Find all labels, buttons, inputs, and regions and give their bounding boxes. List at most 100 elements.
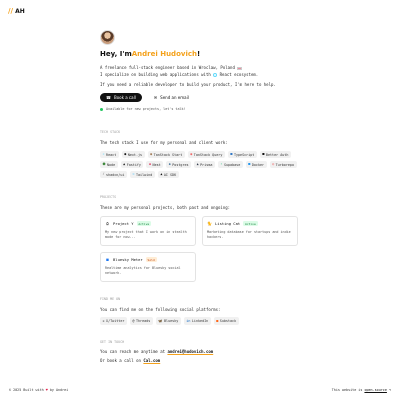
tech-tag-label: shadcn/ui xyxy=(106,172,125,177)
projects-section: PROJECTS These are my personal projects,… xyxy=(100,195,300,283)
availability-text: Available for new projects, let's talk! xyxy=(106,107,186,112)
tech-stack-text: The tech stack I use for my personal and… xyxy=(100,140,228,146)
email-link[interactable]: andrei@hudovich.com xyxy=(167,349,213,354)
logo-text: AH xyxy=(15,7,25,15)
tech-tag[interactable]: ◉ TanStack Start xyxy=(147,151,185,159)
linkedin-icon: in xyxy=(186,319,191,324)
status-badge: Active xyxy=(136,221,152,227)
tech-tag[interactable]: ▲ AI SDK xyxy=(157,171,179,179)
tech-tag-label: Node xyxy=(106,162,116,167)
contact-line-1-prefix: You can reach me anytime at xyxy=(100,349,168,355)
footer-left-prefix: © 2025 Built with xyxy=(9,388,44,392)
find-me-label: FIND ME ON xyxy=(100,297,121,302)
find-me-section: FIND ME ON You can find me on the follow… xyxy=(100,297,300,326)
intro: A freelance full-stack engineer based in… xyxy=(100,64,300,88)
tech-tag-label: TanStack Start xyxy=(153,152,183,157)
book-call-label: Book a call xyxy=(113,95,136,101)
react-icon: ⚛ xyxy=(102,152,105,157)
cal-link[interactable]: Cal.com xyxy=(143,358,160,363)
tech-tag[interactable]: ⁄ shadcn/ui xyxy=(100,171,127,179)
docker-icon: ■ xyxy=(248,162,251,167)
typescript-icon: ■ xyxy=(230,152,233,157)
tech-tag[interactable]: ● Next.js xyxy=(121,151,145,159)
book-call-button[interactable]: ☎ Book a call xyxy=(100,93,142,103)
availability-status: Available for new projects, let's talk! xyxy=(100,107,300,111)
tech-tag[interactable]: ≈ Tailwind xyxy=(129,171,155,179)
tech-tag[interactable]: ■ Better Auth xyxy=(259,151,291,159)
intro-line-2c: ecosystem. xyxy=(234,72,259,78)
tanstack-query-icon: ◉ xyxy=(190,152,193,157)
social-link-label: LinkedIn xyxy=(191,319,209,324)
tech-tag-label: Prisma xyxy=(200,162,213,167)
main-content: Hey, I'm Andrei Hudovich ! A freelance f… xyxy=(100,30,300,365)
tech-tag-label: TanStack Query xyxy=(193,152,223,157)
tailwind-icon: ≈ xyxy=(132,172,135,177)
project-card[interactable]: 🐈 Listing Cat Active Marketing database for… xyxy=(202,216,298,247)
footer-left-suffix: by Andrei xyxy=(49,388,69,392)
project-y-icon: ⛭ xyxy=(105,221,110,227)
footer-right-prefix: This website is xyxy=(331,388,363,392)
better-auth-icon: ■ xyxy=(262,152,265,157)
bluesky-icon: 🦋 xyxy=(158,319,163,324)
project-description: Marketing database for startups and indi… xyxy=(207,230,291,240)
intro-line-3: If you need a reliable developer to buil… xyxy=(100,81,276,87)
project-title: Project Y xyxy=(113,221,134,227)
open-source-link[interactable]: open-source xyxy=(364,388,386,392)
project-card[interactable]: ⛭ Project Y Active My new project that I wo… xyxy=(100,216,196,247)
tech-tag[interactable]: ▲ Fastify xyxy=(120,161,144,169)
tech-tag-label: AI SDK xyxy=(163,172,177,177)
tech-tag[interactable]: ■ TypeScript xyxy=(227,151,257,159)
tech-tag[interactable]: ◎ Turborepo xyxy=(269,161,297,169)
social-link[interactable]: ■ Substack xyxy=(213,317,239,326)
tech-tag[interactable]: ▲ Prisma xyxy=(194,161,215,169)
fastify-icon: ▲ xyxy=(123,162,126,167)
tech-tag[interactable]: ◉ TanStack Query xyxy=(187,151,225,159)
logo[interactable]: // AH xyxy=(8,6,25,16)
greeting-suffix: ! xyxy=(196,50,201,58)
tech-tag[interactable]: ⬢ Node xyxy=(100,161,118,169)
project-card[interactable]: ■ Bluesky Meter Sold Realtime analytics for… xyxy=(100,252,196,283)
project-cards: ⛭ Project Y Active My new project that I wo… xyxy=(100,216,300,283)
tech-tag[interactable]: ◆ Postgres xyxy=(166,161,192,169)
intro-line-2a: I specialize on building web application… xyxy=(100,72,211,78)
project-description: Realtime analytics for Bluesky social ne… xyxy=(105,266,181,276)
status-badge: Active xyxy=(243,221,258,227)
tech-tag-label: Next.js xyxy=(127,152,143,157)
avatar xyxy=(100,30,115,45)
tech-tag[interactable]: ⚛ React xyxy=(100,151,119,159)
tech-tag-label: Supabase xyxy=(223,162,241,167)
listing-cat-icon: 🐈 xyxy=(207,221,212,227)
project-title: Bluesky Meter xyxy=(113,257,143,263)
threads-icon: @ xyxy=(132,319,135,324)
tech-tag-label: Postgres xyxy=(172,162,189,167)
tech-stack-label: TECH STACK xyxy=(100,130,121,135)
tech-tag[interactable]: ⚡ Supabase xyxy=(217,161,243,169)
heart-icon: ♥ xyxy=(45,388,48,392)
substack-icon: ■ xyxy=(216,319,219,324)
turborepo-icon: ◎ xyxy=(272,162,275,167)
social-link[interactable]: 🦋 Bluesky xyxy=(155,317,181,326)
contact-label: GET IN TOUCH xyxy=(100,340,125,345)
react-icon xyxy=(213,73,218,78)
status-badge: Sold xyxy=(145,257,157,263)
project-title: Listing Cat xyxy=(215,221,241,227)
tech-tag[interactable]: ◆ Nest xyxy=(146,161,164,169)
project-card-head: ⛭ Project Y Active xyxy=(105,221,191,227)
social-link[interactable]: ✕ X/Twitter xyxy=(100,317,127,326)
social-link[interactable]: in LinkedIn xyxy=(183,317,211,326)
send-email-button[interactable]: ✉ Send an email xyxy=(147,93,195,103)
ai-sdk-icon: ▲ xyxy=(160,172,163,177)
greeting-name: Andrei Hudovich xyxy=(131,50,197,58)
social-link[interactable]: @ Threads xyxy=(129,317,153,326)
github-icon: ⌥ xyxy=(388,388,391,392)
contact-section: GET IN TOUCH You can reach me anytime at… xyxy=(100,340,300,365)
project-card-head: 🐈 Listing Cat Active xyxy=(207,221,293,227)
find-me-text: You can find me on the following social … xyxy=(100,307,221,313)
contact-line-2: Or book a call on Cal.com xyxy=(100,356,300,365)
contact-line-2-prefix: Or book a call on xyxy=(100,358,144,364)
nest-icon: ◆ xyxy=(148,162,152,167)
hero-actions: ☎ Book a call ✉ Send an email xyxy=(100,93,300,103)
tech-tag[interactable]: ■ Docker xyxy=(245,161,267,169)
tech-tag-label: Turborepo xyxy=(275,162,294,167)
tanstack-start-icon: ◉ xyxy=(150,152,153,157)
